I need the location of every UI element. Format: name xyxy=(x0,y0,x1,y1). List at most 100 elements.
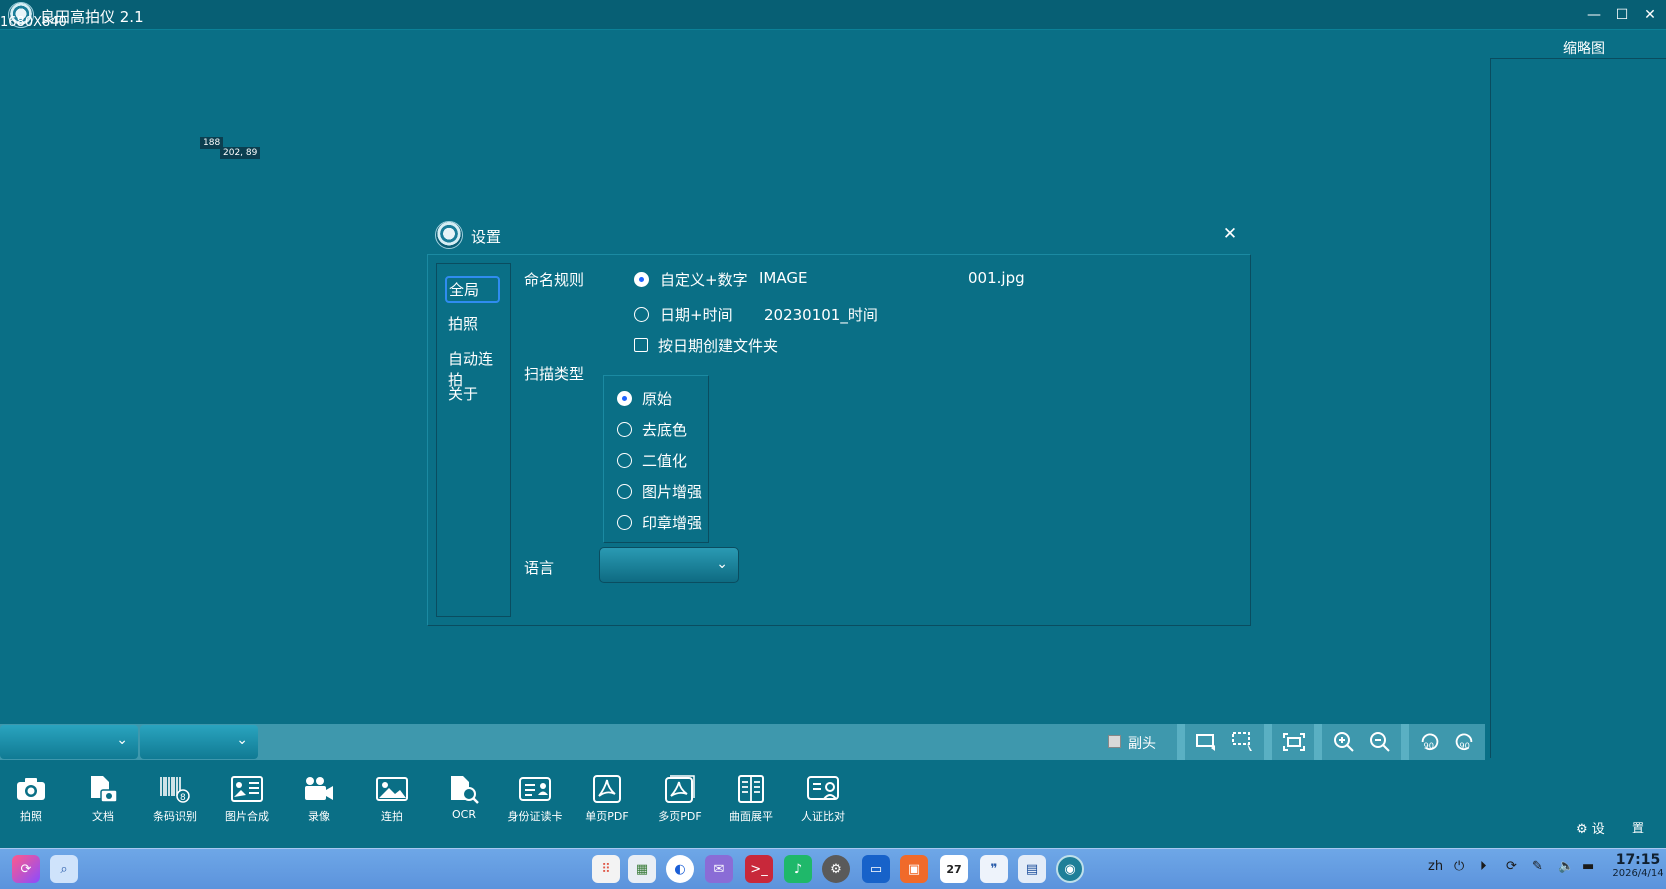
scan-option-label: 去底色 xyxy=(642,421,688,439)
crop-custom-icon[interactable] xyxy=(1231,730,1255,754)
nav-item-photo[interactable]: 拍照 xyxy=(445,311,481,336)
calculator-icon[interactable]: ▤ xyxy=(1018,855,1046,883)
function-label: 图片合成 xyxy=(225,810,269,823)
function-label: 条码识别 xyxy=(153,810,197,823)
function-burst[interactable]: 连拍 xyxy=(357,774,427,824)
language-indicator[interactable]: zh xyxy=(1428,859,1443,874)
toolbar-divider xyxy=(1401,724,1409,760)
dialog-title: 设置 xyxy=(471,228,502,246)
browser-icon[interactable]: ◐ xyxy=(666,855,694,883)
volume-icon[interactable]: 🔈 xyxy=(1558,859,1574,874)
thumbnail-panel[interactable] xyxy=(1490,58,1666,758)
multi-pdf-icon xyxy=(663,774,697,804)
chevron-down-icon: ⌄ xyxy=(716,556,728,572)
folder-by-date-checkbox[interactable] xyxy=(634,338,648,352)
settings-nav: 全局 拍照 自动连拍 关于 xyxy=(436,263,511,617)
function-label: 多页PDF xyxy=(658,810,702,823)
sync-icon[interactable]: ⟳ xyxy=(1506,859,1517,874)
function-multi-pdf[interactable]: 多页PDF xyxy=(645,774,715,824)
sub-camera-label: 副头 xyxy=(1128,736,1156,752)
toolbar-divider xyxy=(1177,724,1185,760)
language-select[interactable]: ⌄ xyxy=(599,547,739,583)
burst-icon xyxy=(375,774,409,804)
file-manager-icon[interactable]: ▭ xyxy=(862,855,890,883)
function-label: OCR xyxy=(452,808,476,821)
radio-custom-number[interactable] xyxy=(634,272,649,287)
sub-camera-checkbox[interactable] xyxy=(1108,735,1121,748)
custom-suffix-value: 001.jpg xyxy=(968,269,1025,287)
pen-icon[interactable]: ✎ xyxy=(1532,859,1543,874)
fit-screen-icon[interactable] xyxy=(1282,730,1306,754)
network-icon[interactable]: ▬ xyxy=(1582,859,1594,874)
resolution-label: 1680X840 xyxy=(0,15,67,30)
function-photo[interactable]: 拍照 xyxy=(0,774,66,824)
media-icon[interactable]: ⏵ xyxy=(1480,859,1487,874)
settings-app-icon[interactable]: ⚙ xyxy=(822,855,850,883)
rotate-right-icon[interactable]: 90 xyxy=(1452,730,1476,754)
settings-label-b[interactable]: 置 xyxy=(1632,819,1644,836)
function-curve-flatten[interactable]: 曲面展平 xyxy=(716,774,786,824)
function-face-compare[interactable]: 人证比对 xyxy=(788,774,858,824)
radio-scan-binarize[interactable] xyxy=(617,453,632,468)
terminal-icon[interactable]: >_ xyxy=(745,855,773,883)
clock-time: 17:15 xyxy=(1615,852,1661,868)
function-label: 人证比对 xyxy=(801,810,845,823)
language-label: 语言 xyxy=(524,559,555,577)
minimize-button[interactable]: — xyxy=(1584,6,1604,24)
control-center-icon[interactable]: ▦ xyxy=(628,855,656,883)
dialog-close-button[interactable]: ✕ xyxy=(1220,224,1240,244)
function-video[interactable]: 录像 xyxy=(284,774,354,824)
datetime-value: 20230101_时间 xyxy=(764,306,878,324)
music-icon[interactable]: ♪ xyxy=(784,855,812,883)
naming-rule-label: 命名规则 xyxy=(524,271,585,289)
power-icon[interactable]: ⏻ xyxy=(1454,859,1464,874)
nav-item-about[interactable]: 关于 xyxy=(445,381,481,406)
function-image-merge[interactable]: 图片合成 xyxy=(212,774,282,824)
zoom-out-icon[interactable] xyxy=(1368,730,1392,754)
mail-icon[interactable]: ✉ xyxy=(705,855,733,883)
image-merge-icon xyxy=(230,774,264,804)
notes-icon[interactable]: ❞ xyxy=(980,855,1008,883)
function-document[interactable]: 文档 xyxy=(68,774,138,824)
maximize-button[interactable]: ☐ xyxy=(1612,6,1632,24)
crop-auto-icon[interactable] xyxy=(1195,730,1219,754)
function-label: 录像 xyxy=(308,810,330,823)
function-barcode[interactable]: 8 条码识别 xyxy=(140,774,210,824)
settings-dialog: 设置 ✕ 全局 拍照 自动连拍 关于 命名规则 自定义+数字 IMAGE 001… xyxy=(427,220,1251,626)
calendar-icon[interactable]: 27 xyxy=(940,855,968,883)
camera-select[interactable]: ⌄ xyxy=(0,725,138,759)
resolution-select[interactable]: ⌄ xyxy=(140,725,258,759)
chevron-down-icon: ⌄ xyxy=(236,732,248,748)
radio-scan-enhance[interactable] xyxy=(617,484,632,499)
app-launcher-icon[interactable]: ⠿ xyxy=(592,855,620,883)
settings-button[interactable]: ⚙ 设 xyxy=(1576,818,1605,837)
radio-scan-remove-bg[interactable] xyxy=(617,422,632,437)
capture-app-icon[interactable]: ◉ xyxy=(1056,855,1084,883)
function-ocr[interactable]: OCR xyxy=(429,774,499,821)
pdf-icon xyxy=(590,774,624,804)
search-icon[interactable]: ⌕ xyxy=(50,855,78,883)
nav-item-global[interactable]: 全局 xyxy=(445,276,500,303)
settings-label-a: 设 xyxy=(1591,822,1605,837)
custom-prefix-value[interactable]: IMAGE xyxy=(759,269,807,287)
gear-icon: ⚙ xyxy=(1576,822,1588,837)
clock[interactable]: 17:15 2026/4/14 xyxy=(1610,852,1666,879)
radio-datetime[interactable] xyxy=(634,307,649,322)
dialog-body: 全局 拍照 自动连拍 关于 命名规则 自定义+数字 IMAGE 001.jpg … xyxy=(427,254,1251,626)
start-menu-icon[interactable]: ⟳ xyxy=(12,855,40,883)
function-id-card[interactable]: 身份证读卡 xyxy=(500,774,570,824)
radio-scan-original[interactable] xyxy=(617,391,632,406)
coord-tag-b: 202, 89 xyxy=(220,147,261,159)
dialog-logo-icon xyxy=(435,221,463,249)
radio-scan-seal[interactable] xyxy=(617,515,632,530)
svg-text:90: 90 xyxy=(1424,740,1435,750)
face-compare-icon xyxy=(806,774,840,804)
function-single-pdf[interactable]: 单页PDF xyxy=(572,774,642,824)
app-store-icon[interactable]: ▣ xyxy=(900,855,928,883)
close-window-button[interactable]: ✕ xyxy=(1640,6,1660,24)
scan-type-group: 原始 去底色 二值化 图片增强 印章增强 xyxy=(603,375,709,543)
zoom-in-icon[interactable] xyxy=(1332,730,1356,754)
folder-by-date-label: 按日期创建文件夹 xyxy=(658,337,779,355)
rotate-left-icon[interactable]: 90 xyxy=(1418,730,1442,754)
scan-option-label: 图片增强 xyxy=(642,483,703,501)
